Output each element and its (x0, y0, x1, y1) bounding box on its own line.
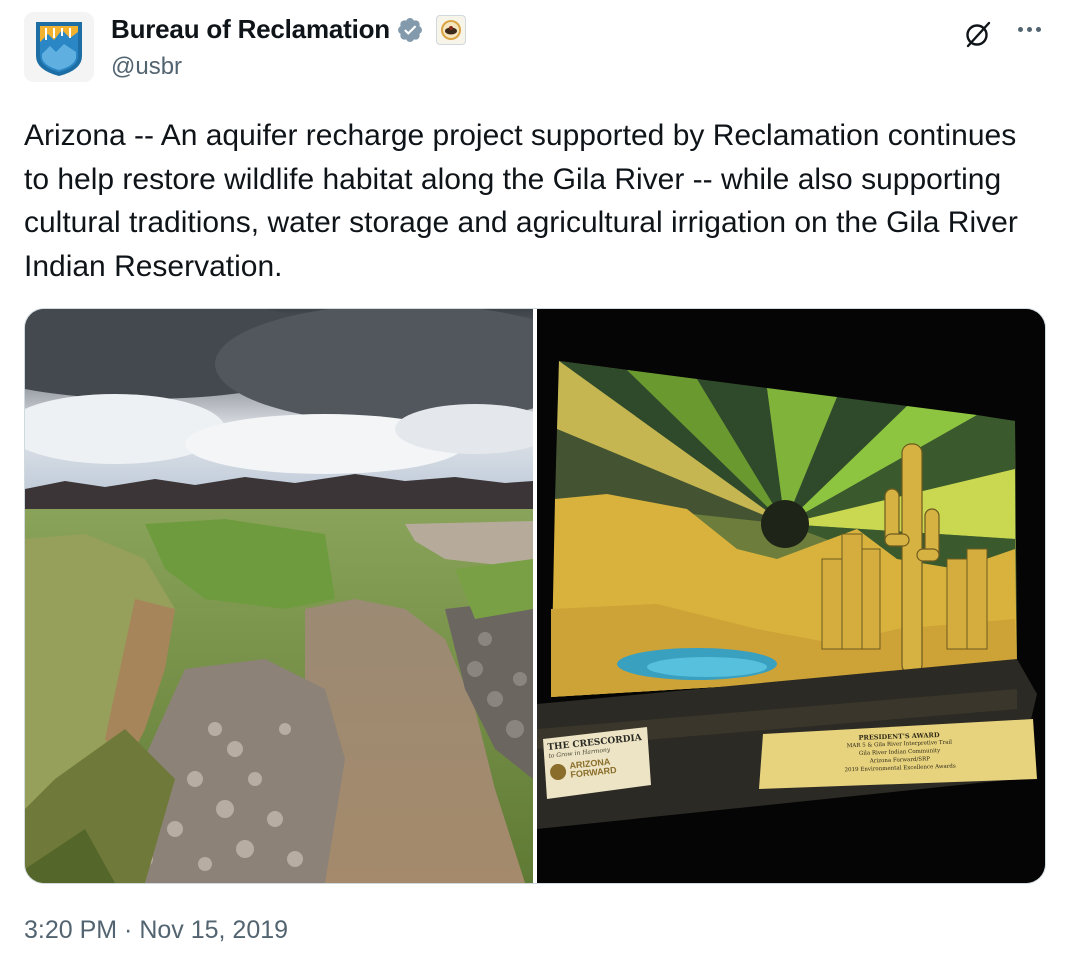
river-landscape-image (25, 309, 533, 883)
photo-award-plaque[interactable]: THE CRESCORDIA to Grow in Harmony ARIZON… (537, 309, 1045, 883)
doi-seal-icon[interactable] (435, 14, 466, 45)
author-handle[interactable]: @usbr (111, 53, 182, 81)
tweet-text: Arizona -- An aquifer recharge project s… (24, 119, 1018, 283)
grok-button[interactable] (962, 18, 994, 50)
verified-badge-icon[interactable] (396, 16, 424, 44)
author-name[interactable]: Bureau of Reclamation (111, 14, 390, 45)
tweet-timestamp[interactable]: 3:20 PM · Nov 15, 2019 (24, 916, 288, 945)
arizona-forward-logo-icon (549, 763, 567, 781)
award-plaque-image (537, 309, 1045, 883)
photo-river-landscape[interactable] (25, 309, 533, 883)
avatar[interactable] (24, 12, 94, 82)
usbr-logo-icon (24, 12, 94, 82)
media-grid: THE CRESCORDIA to Grow in Harmony ARIZON… (24, 308, 1046, 884)
grok-icon (966, 21, 991, 48)
author-name-row: Bureau of Reclamation (111, 14, 466, 45)
more-options-icon (1017, 26, 1023, 32)
more-options-button[interactable] (1012, 14, 1046, 44)
